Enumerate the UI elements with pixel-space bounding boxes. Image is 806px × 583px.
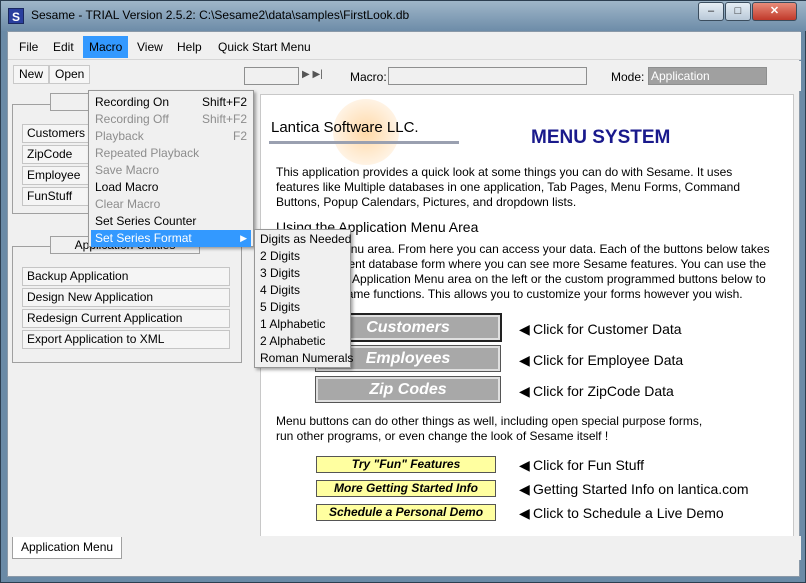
menu-item-clear-macro: Clear Macro <box>91 196 251 213</box>
zipcodes-description: Click for ZipCode Data <box>533 383 674 399</box>
menu-item-label: Playback <box>95 129 144 143</box>
menu-item-label: Recording On <box>95 95 170 109</box>
sesame-app-icon[interactable]: S <box>8 8 24 24</box>
menu-item-load-macro[interactable]: Load Macro <box>91 179 251 196</box>
logo-underline <box>269 141 459 144</box>
menu-quick-start[interactable]: Quick Start Menu <box>212 36 317 58</box>
menu-help[interactable]: Help <box>171 36 208 58</box>
arrow-left-icon: ◀ <box>519 457 530 473</box>
getting-started-description: Getting Started Info on lantica.com <box>533 481 749 497</box>
getting-started-button[interactable]: More Getting Started Info <box>316 480 496 497</box>
backup-application-button[interactable]: Backup Application <box>22 267 230 286</box>
submenu-item-1-alphabetic[interactable]: 1 Alphabetic <box>257 316 349 333</box>
record-field[interactable] <box>244 67 299 85</box>
menu-view[interactable]: View <box>131 36 169 58</box>
toolbar: New Open ▶ ▶| Macro: Mode: Application <box>8 61 801 91</box>
submenu-item-roman-numerals[interactable]: Roman Numerals <box>257 350 353 367</box>
menu-macro[interactable]: Macro <box>83 36 129 58</box>
arrow-left-icon: ◀ <box>519 505 530 521</box>
schedule-demo-button[interactable]: Schedule a Personal Demo <box>316 504 496 521</box>
menu-item-shortcut: Shift+F2 <box>201 95 247 109</box>
menu-item-shortcut: F2 <box>232 129 247 143</box>
menu-item-label: Set Series Counter <box>95 214 197 228</box>
macro-menu: Recording On Shift+F2 Recording Off Shift+… <box>88 90 254 247</box>
open-button[interactable]: Open <box>49 65 91 84</box>
menu-item-shortcut: Shift+F2 <box>201 112 247 126</box>
new-button[interactable]: New <box>13 65 50 84</box>
menu-item-label: Save Macro <box>95 163 160 177</box>
minimize-button[interactable]: – <box>698 2 724 21</box>
submenu-arrow-icon: ▶ <box>240 233 247 243</box>
submenu-item-2-alphabetic[interactable]: 2 Alphabetic <box>257 333 349 350</box>
submenu-item-digits-as-needed[interactable]: Digits as Needed <box>257 231 351 248</box>
fun-features-button[interactable]: Try "Fun" Features <box>316 456 496 473</box>
series-format-submenu: Digits as Needed 2 Digits 3 Digits 4 Dig… <box>254 229 353 368</box>
client-area: File Edit Macro View Help Quick Start Me… <box>7 31 801 577</box>
menu-bar: File Edit Macro View Help Quick Start Me… <box>8 32 801 60</box>
customers-description: Click for Customer Data <box>533 321 682 337</box>
macro-label: Macro: <box>350 70 387 84</box>
mode-label: Mode: <box>611 70 645 84</box>
menu-item-recording-on[interactable]: Recording On Shift+F2 <box>91 94 251 111</box>
arrow-left-icon: ◀ <box>519 321 530 337</box>
section-text: This is the menu area. From here you can… <box>276 242 770 301</box>
tab-bar: Application Menu <box>8 536 801 560</box>
menu-item-label: Clear Macro <box>95 197 161 211</box>
export-xml-button[interactable]: Export Application to XML <box>22 330 230 349</box>
menu-item-label: Recording Off <box>95 112 169 126</box>
arrow-left-icon: ◀ <box>519 481 530 497</box>
maximize-button[interactable]: □ <box>725 2 751 21</box>
submenu-item-5-digits[interactable]: 5 Digits <box>257 299 349 316</box>
app-window: S Sesame - TRIAL Version 2.5.2: C:\Sesam… <box>0 0 806 583</box>
other-text: Menu buttons can do other things as well… <box>276 414 703 443</box>
submenu-item-2-digits[interactable]: 2 Digits <box>257 248 349 265</box>
submenu-item-3-digits[interactable]: 3 Digits <box>257 265 349 282</box>
menu-item-label: Load Macro <box>95 180 159 194</box>
menu-item-label: Repeated Playback <box>95 146 200 160</box>
menu-item-set-series-counter[interactable]: Set Series Counter <box>91 213 251 230</box>
nav-next-icon[interactable]: ▶ ▶| <box>302 69 323 80</box>
page-heading: MENU SYSTEM <box>531 127 671 148</box>
macro-field[interactable] <box>388 67 587 85</box>
title-bar[interactable]: S Sesame - TRIAL Version 2.5.2: C:\Sesam… <box>1 1 806 31</box>
zipcodes-big-button[interactable]: Zip Codes <box>315 376 501 403</box>
arrow-left-icon: ◀ <box>519 352 530 368</box>
tab-application-menu[interactable]: Application Menu <box>12 537 123 559</box>
menu-item-label: Set Series Format <box>95 231 192 245</box>
submenu-item-4-digits[interactable]: 4 Digits <box>257 282 349 299</box>
lantica-logo: Lantica Software LLC. <box>271 119 419 136</box>
close-button[interactable]: ✕ <box>752 2 797 21</box>
menu-item-playback: Playback F2 <box>91 128 251 145</box>
menu-item-recording-off: Recording Off Shift+F2 <box>91 111 251 128</box>
employees-description: Click for Employee Data <box>533 352 684 368</box>
intro-text: This application provides a quick look a… <box>276 165 741 209</box>
menu-file[interactable]: File <box>13 36 44 58</box>
design-new-application-button[interactable]: Design New Application <box>22 288 230 307</box>
arrow-left-icon: ◀ <box>519 383 530 399</box>
menu-edit[interactable]: Edit <box>47 36 80 58</box>
mode-field: Application <box>648 67 767 85</box>
menu-item-set-series-format[interactable]: Set Series Format ▶ <box>91 230 251 247</box>
redesign-application-button[interactable]: Redesign Current Application <box>22 309 230 328</box>
fun-features-description: Click for Fun Stuff <box>533 457 645 473</box>
window-title: Sesame - TRIAL Version 2.5.2: C:\Sesame2… <box>31 8 410 22</box>
menu-item-save-macro: Save Macro <box>91 162 251 179</box>
schedule-demo-description: Click to Schedule a Live Demo <box>533 505 724 521</box>
menu-item-repeated-playback: Repeated Playback <box>91 145 251 162</box>
